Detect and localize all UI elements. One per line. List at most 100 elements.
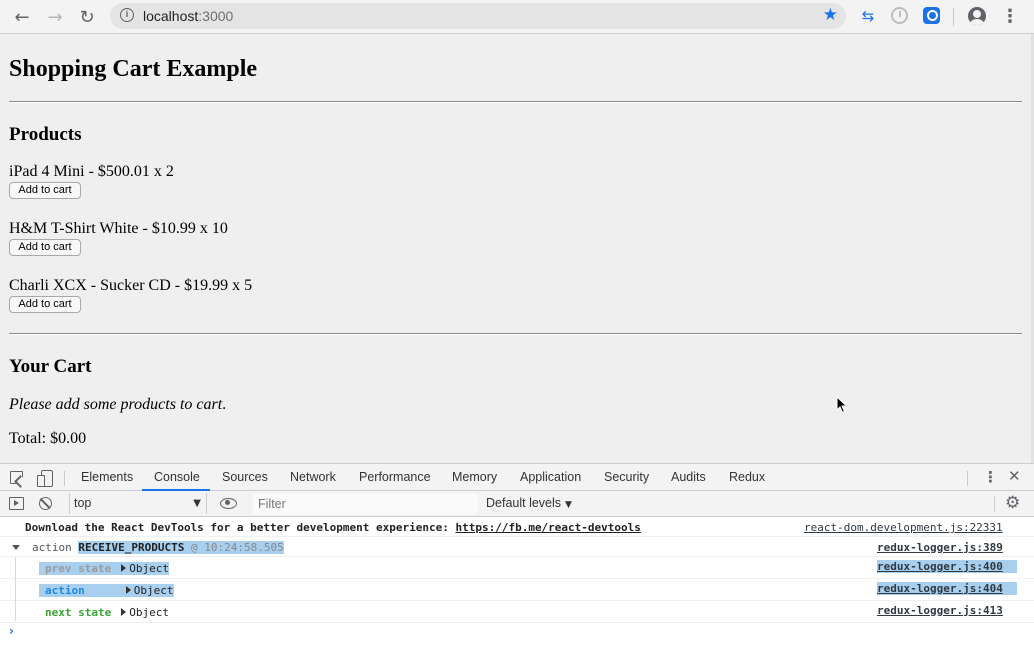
gear-icon[interactable]: ⚙	[1005, 493, 1020, 513]
devtools-link[interactable]: https://fb.me/react-devtools	[455, 521, 640, 534]
object-value[interactable]: Object	[117, 562, 169, 575]
tab-performance[interactable]: Performance	[359, 470, 431, 484]
timestamp: @ 10:24:58.505	[190, 541, 284, 554]
row-content: next state Object	[45, 606, 169, 619]
url-text[interactable]: localhost:3000	[143, 8, 233, 24]
products-heading: Products	[9, 124, 82, 145]
clear-console-icon[interactable]	[39, 497, 52, 510]
expand-triangle-icon[interactable]	[125, 586, 131, 594]
log-levels-dropdown[interactable]: Default levels ▼	[486, 496, 572, 510]
inspect-element-icon[interactable]	[10, 471, 23, 484]
message-text: Download the React DevTools for a better…	[25, 521, 641, 534]
tab-redux[interactable]: Redux	[729, 470, 765, 484]
caret-down-icon: ▼	[565, 500, 572, 510]
tab-sources[interactable]: Sources	[222, 470, 268, 484]
console-group-header[interactable]: action RECEIVE_PRODUCTS @ 10:24:58.505 r…	[0, 537, 1034, 557]
toolbar-divider	[953, 8, 954, 26]
cart-total: Total: $0.00	[9, 430, 87, 447]
source-link-text: redux-logger.js:404	[877, 582, 1017, 595]
group-title: action RECEIVE_PRODUCTS @ 10:24:58.505	[32, 541, 284, 554]
url-port: :3000	[198, 8, 234, 24]
divider	[9, 333, 1022, 335]
prev-state-label: prev state	[39, 562, 118, 575]
object-value-text: Object	[129, 606, 169, 619]
tab-security[interactable]: Security	[604, 470, 649, 484]
devtools-menu-icon[interactable]: ⋮	[983, 468, 998, 486]
group-word: action	[32, 541, 72, 554]
expand-triangle-icon[interactable]	[121, 608, 127, 616]
context-selector[interactable]: top ▼	[69, 493, 207, 514]
log-levels-label: Default levels	[486, 496, 562, 510]
row-content: prev state Object	[39, 562, 169, 575]
filter-input[interactable]	[253, 494, 478, 514]
tab-application[interactable]: Application	[520, 470, 581, 484]
show-sidebar-icon[interactable]	[9, 497, 24, 510]
tab-console[interactable]: Console	[154, 470, 200, 484]
tab-divider	[64, 471, 65, 486]
live-expression-eye-icon[interactable]	[220, 498, 237, 509]
info-icon[interactable]: i	[120, 8, 134, 22]
message-body: Download the React DevTools for a better…	[25, 521, 456, 534]
object-value[interactable]: Object	[121, 606, 169, 619]
address-bar[interactable]: i localhost:3000 ★	[110, 3, 846, 29]
cart-empty-message: Please add some products to cart.	[9, 396, 226, 414]
console-toolbar: top ▼ Default levels▼ ⚙	[0, 491, 1034, 517]
tab-elements[interactable]: Elements	[81, 470, 133, 484]
toolbar-divider	[994, 496, 995, 512]
add-to-cart-button[interactable]: Add to cart	[9, 182, 81, 199]
source-link[interactable]: redux-logger.js:400	[877, 560, 1017, 573]
action-label: action	[39, 584, 122, 597]
group-indent-line	[15, 557, 16, 621]
add-to-cart-button[interactable]: Add to cart	[9, 239, 81, 256]
object-value-text: Object	[133, 584, 174, 597]
source-link[interactable]: redux-logger.js:389	[877, 541, 1003, 554]
sync-arrows-icon[interactable]: ⇆	[859, 7, 877, 25]
source-link[interactable]: redux-logger.js:404	[877, 582, 1017, 595]
search-extension-icon[interactable]	[923, 7, 940, 24]
tab-divider	[967, 471, 968, 486]
expand-triangle-icon[interactable]	[12, 545, 20, 550]
source-link-text: redux-logger.js:400	[877, 560, 1017, 573]
log-row-prev-state: prev state Object redux-logger.js:400	[0, 557, 1034, 579]
expand-triangle-icon[interactable]	[121, 564, 127, 572]
context-value: top	[74, 496, 92, 510]
close-icon[interactable]: ✕	[1008, 467, 1021, 485]
object-value-text: Object	[129, 562, 169, 575]
source-link[interactable]: redux-logger.js:413	[877, 604, 1003, 617]
cart-heading: Your Cart	[9, 356, 92, 377]
devtools-tabbar: Elements Console Sources Network Perform…	[0, 463, 1034, 491]
log-row-action: action Object redux-logger.js:404	[0, 579, 1034, 601]
back-arrow-icon[interactable]: ←	[10, 5, 34, 29]
next-state-label: next state	[45, 606, 112, 619]
tab-audits[interactable]: Audits	[671, 470, 706, 484]
reload-icon[interactable]: ↻	[75, 5, 99, 29]
product-label: iPad 4 Mini - $500.01 x 2	[9, 163, 174, 180]
tab-memory[interactable]: Memory	[452, 470, 497, 484]
cart-empty-text: Please add some products to cart	[9, 396, 223, 413]
object-value[interactable]: Object	[121, 584, 174, 597]
source-link[interactable]: react-dom.development.js:22331	[804, 521, 1003, 534]
bookmark-star-icon[interactable]: ★	[823, 5, 838, 25]
profile-avatar-icon[interactable]	[968, 7, 986, 25]
product-label: Charli XCX - Sucker CD - $19.99 x 5	[9, 277, 253, 294]
product-label: H&M T-Shirt White - $10.99 x 10	[9, 220, 228, 237]
add-to-cart-button[interactable]: Add to cart	[9, 296, 81, 313]
page-content: Shopping Cart Example Products iPad 4 Mi…	[0, 34, 1031, 463]
row-content: action Object	[39, 584, 174, 597]
url-host: localhost	[143, 8, 199, 24]
log-row-next-state: next state Object redux-logger.js:413	[0, 601, 1034, 623]
cart-empty-punct: .	[222, 396, 227, 413]
device-toolbar-icon[interactable]	[37, 470, 53, 487]
console-output: Download the React DevTools for a better…	[0, 517, 1034, 652]
divider	[9, 101, 1022, 103]
tab-network[interactable]: Network	[290, 470, 336, 484]
console-prompt-icon[interactable]: ›	[9, 624, 14, 638]
caret-down-icon: ▼	[193, 498, 201, 509]
action-type: RECEIVE_PRODUCTS	[78, 541, 185, 554]
page-title: Shopping Cart Example	[9, 56, 258, 82]
browser-menu-icon[interactable]: ⋮	[1001, 6, 1019, 27]
console-message: Download the React DevTools for a better…	[0, 517, 1034, 537]
browser-toolbar: ← → ↻ i localhost:3000 ★ ⇆ ⋮	[0, 0, 1034, 34]
timer-extension-icon[interactable]	[891, 7, 908, 24]
forward-arrow-icon[interactable]: →	[43, 5, 67, 29]
